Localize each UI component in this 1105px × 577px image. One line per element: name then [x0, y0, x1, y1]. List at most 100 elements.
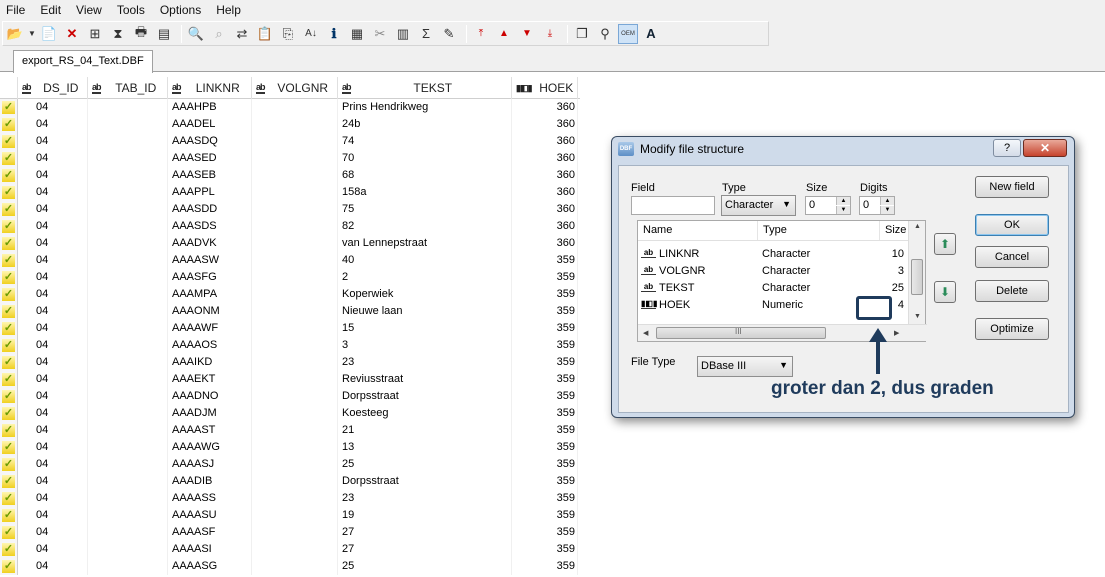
cell-linknr[interactable]: AAAASS — [168, 490, 252, 507]
cell-ds-id[interactable]: 04 — [18, 286, 88, 303]
cell-hoek[interactable]: 359 — [512, 371, 578, 388]
print-preview-icon[interactable]: ▤ — [154, 24, 174, 44]
column-header-tab-id[interactable]: ab TAB_ID — [88, 77, 168, 99]
cell-volgnr[interactable] — [252, 388, 338, 405]
cell-tab-id[interactable] — [88, 320, 168, 337]
row-indicator[interactable]: ✓ — [0, 286, 18, 303]
row-indicator[interactable]: ✓ — [0, 218, 18, 235]
cell-linknr[interactable]: AAADIB — [168, 473, 252, 490]
cell-hoek[interactable]: 359 — [512, 422, 578, 439]
cell-linknr[interactable]: AAAIKD — [168, 354, 252, 371]
cell-linknr[interactable]: AAAASF — [168, 524, 252, 541]
cell-hoek[interactable]: 359 — [512, 490, 578, 507]
cell-tab-id[interactable] — [88, 133, 168, 150]
row-indicator[interactable]: ✓ — [0, 184, 18, 201]
cell-tekst[interactable]: Prins Hendrikweg — [338, 99, 512, 116]
cell-linknr[interactable]: AAADVK — [168, 235, 252, 252]
cell-tab-id[interactable] — [88, 524, 168, 541]
cell-tab-id[interactable] — [88, 99, 168, 116]
cell-volgnr[interactable] — [252, 201, 338, 218]
ok-button[interactable]: OK — [975, 214, 1049, 236]
cell-tab-id[interactable] — [88, 116, 168, 133]
sort-icon[interactable]: A↓ — [301, 24, 321, 44]
row-indicator[interactable]: ✓ — [0, 303, 18, 320]
cell-linknr[interactable]: AAADEL — [168, 116, 252, 133]
cell-tab-id[interactable] — [88, 201, 168, 218]
column-header-tekst[interactable]: ab TEKST — [338, 77, 512, 99]
cell-ds-id[interactable]: 04 — [18, 405, 88, 422]
delete-button[interactable]: Delete — [975, 280, 1049, 302]
row-indicator[interactable]: ✓ — [0, 473, 18, 490]
table-row[interactable]: ✓ 04 AAAASJ 25 359 — [0, 456, 580, 473]
cell-linknr[interactable]: AAADJM — [168, 405, 252, 422]
row-indicator[interactable]: ✓ — [0, 371, 18, 388]
menu-file[interactable]: File — [6, 3, 25, 17]
cell-volgnr[interactable] — [252, 150, 338, 167]
cell-tekst[interactable]: Dorpsstraat — [338, 473, 512, 490]
list-header-name[interactable]: Name — [638, 221, 758, 240]
cell-hoek[interactable]: 360 — [512, 133, 578, 150]
table-row[interactable]: ✓ 04 AAAEKT Reviusstraat 359 — [0, 371, 580, 388]
cell-volgnr[interactable] — [252, 116, 338, 133]
row-indicator[interactable]: ✓ — [0, 133, 18, 150]
grid-icon[interactable]: ▥ — [393, 24, 413, 44]
table-row[interactable]: ✓ 04 AAASDQ 74 360 — [0, 133, 580, 150]
cell-ds-id[interactable]: 04 — [18, 167, 88, 184]
cell-hoek[interactable]: 359 — [512, 269, 578, 286]
cell-hoek[interactable]: 359 — [512, 303, 578, 320]
row-indicator[interactable]: ✓ — [0, 558, 18, 575]
row-indicator[interactable]: ✓ — [0, 541, 18, 558]
row-indicator[interactable]: ✓ — [0, 320, 18, 337]
cell-tekst[interactable]: 13 — [338, 439, 512, 456]
cell-ds-id[interactable]: 04 — [18, 456, 88, 473]
row-indicator[interactable]: ✓ — [0, 99, 18, 116]
row-indicator[interactable]: ✓ — [0, 150, 18, 167]
cell-tab-id[interactable] — [88, 286, 168, 303]
list-item[interactable]: ab TEKST Character 25 — [638, 279, 908, 296]
cell-tekst[interactable]: 3 — [338, 337, 512, 354]
cell-ds-id[interactable]: 04 — [18, 269, 88, 286]
cell-ds-id[interactable]: 04 — [18, 439, 88, 456]
cell-linknr[interactable]: AAASFG — [168, 269, 252, 286]
cell-tekst[interactable]: 2 — [338, 269, 512, 286]
row-indicator[interactable]: ✓ — [0, 235, 18, 252]
vertical-scrollbar[interactable]: ▲ ▼ — [908, 221, 925, 325]
cell-hoek[interactable]: 359 — [512, 541, 578, 558]
cell-hoek[interactable]: 359 — [512, 439, 578, 456]
table-row[interactable]: ✓ 04 AAAPPL 158a 360 — [0, 184, 580, 201]
cell-hoek[interactable]: 360 — [512, 116, 578, 133]
cell-tekst[interactable]: 23 — [338, 354, 512, 371]
menu-view[interactable]: View — [76, 3, 102, 17]
replace-icon[interactable]: ⇄ — [232, 24, 252, 44]
spin-up-icon[interactable]: ▲ — [836, 197, 850, 205]
cell-hoek[interactable]: 359 — [512, 524, 578, 541]
cell-ds-id[interactable]: 04 — [18, 388, 88, 405]
cell-hoek[interactable]: 359 — [512, 320, 578, 337]
table-row[interactable]: ✓ 04 AAAAOS 3 359 — [0, 337, 580, 354]
cell-linknr[interactable]: AAAAWG — [168, 439, 252, 456]
close-button[interactable]: ✕ — [1023, 139, 1067, 157]
cell-ds-id[interactable]: 04 — [18, 116, 88, 133]
menu-options[interactable]: Options — [160, 3, 201, 17]
sigma-icon[interactable]: Σ — [416, 24, 436, 44]
tab-export-dbf[interactable]: export_RS_04_Text.DBF — [13, 50, 153, 73]
cell-tab-id[interactable] — [88, 184, 168, 201]
cell-tekst[interactable]: 27 — [338, 541, 512, 558]
cell-volgnr[interactable] — [252, 473, 338, 490]
menu-tools[interactable]: Tools — [117, 3, 145, 17]
move-up-icon[interactable]: ▲ — [494, 24, 514, 44]
scroll-left-icon[interactable]: ◀ — [643, 329, 648, 337]
cell-linknr[interactable]: AAAHPB — [168, 99, 252, 116]
cell-volgnr[interactable] — [252, 320, 338, 337]
cell-ds-id[interactable]: 04 — [18, 184, 88, 201]
row-indicator[interactable]: ✓ — [0, 269, 18, 286]
row-indicator[interactable]: ✓ — [0, 388, 18, 405]
move-last-icon[interactable]: ⤓ — [540, 24, 560, 44]
search-icon[interactable]: ⚲ — [595, 24, 615, 44]
row-indicator[interactable]: ✓ — [0, 337, 18, 354]
cell-tekst[interactable]: Koperwiek — [338, 286, 512, 303]
cell-tab-id[interactable] — [88, 354, 168, 371]
spin-up-icon[interactable]: ▲ — [880, 197, 894, 205]
cancel-button[interactable]: Cancel — [975, 246, 1049, 268]
table-row[interactable]: ✓ 04 AAADVK van Lennepstraat 360 — [0, 235, 580, 252]
